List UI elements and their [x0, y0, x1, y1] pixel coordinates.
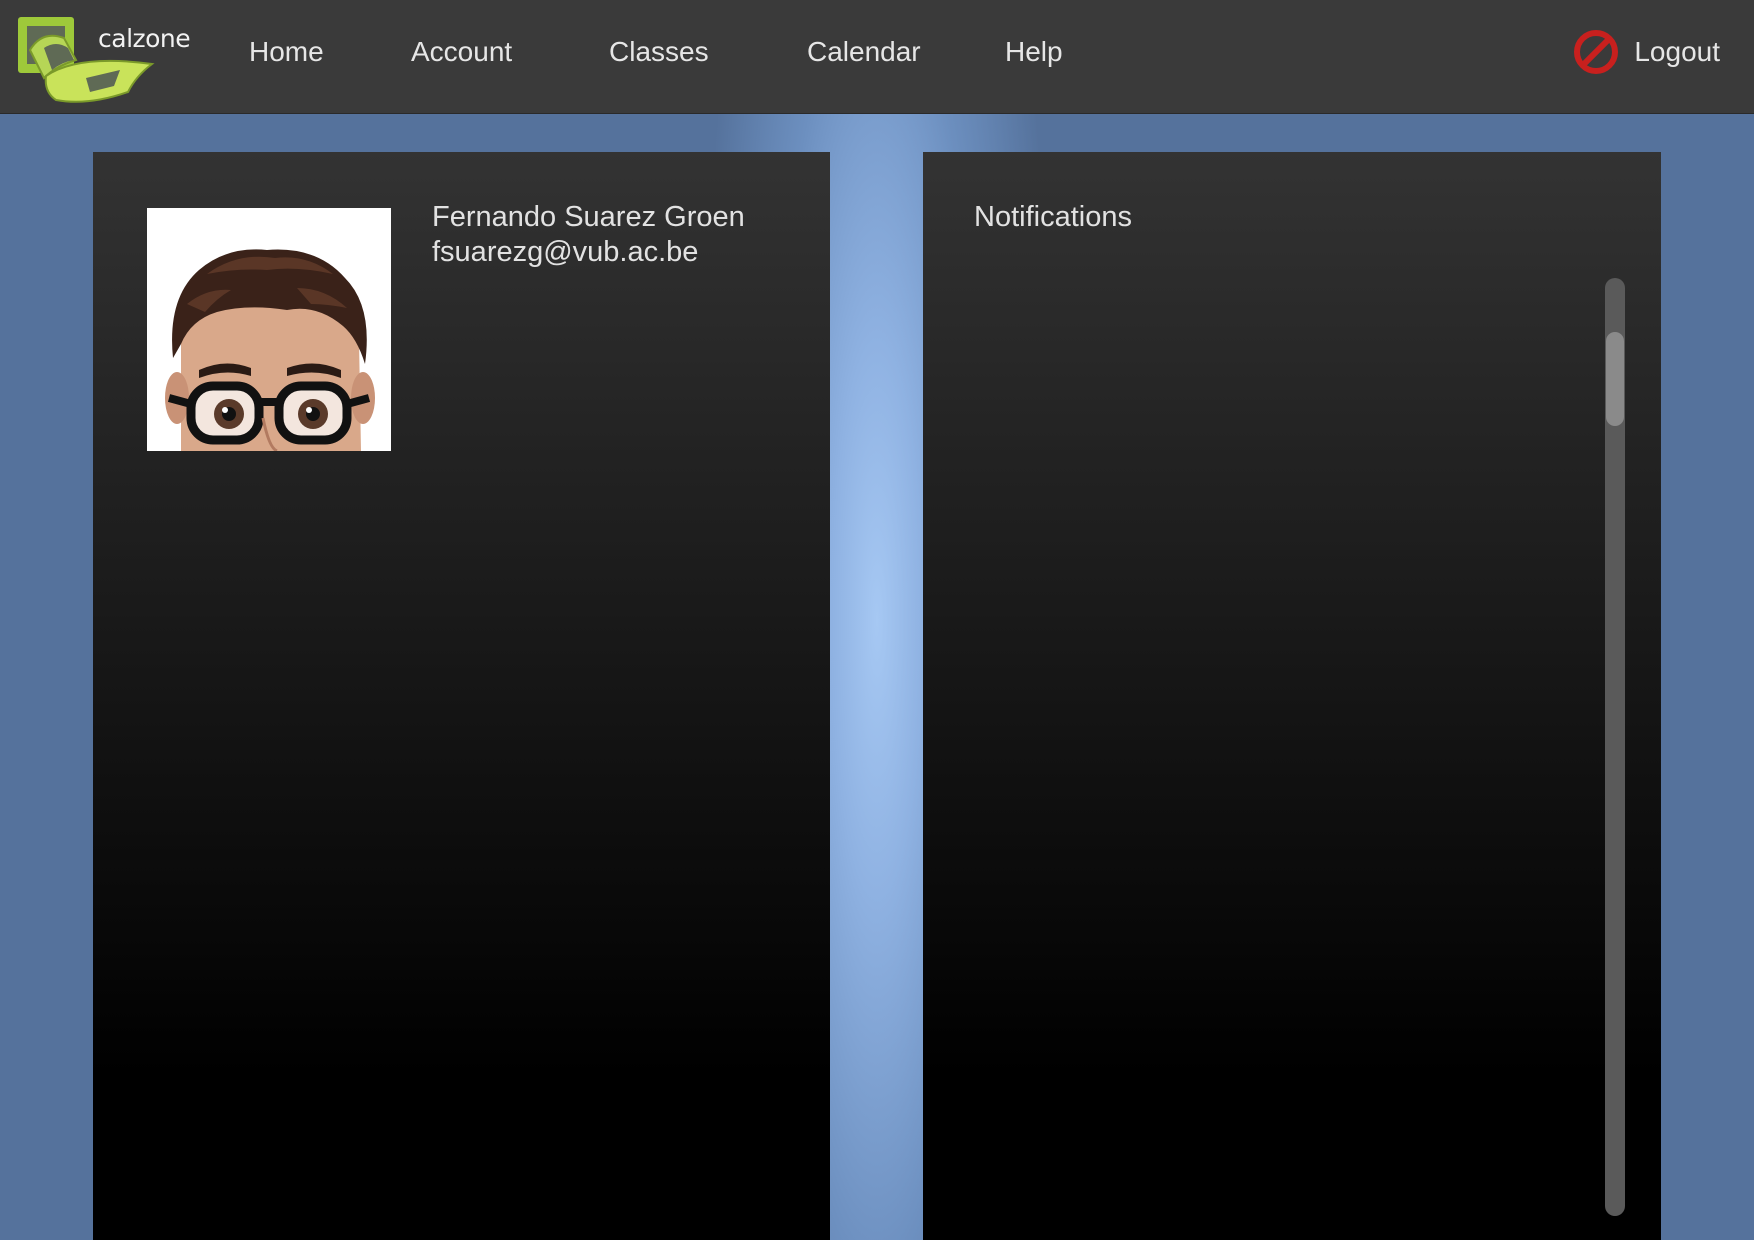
notifications-title: Notifications: [974, 201, 1132, 233]
top-navigation-bar: calzone Home Account Classes Calendar He…: [0, 0, 1754, 114]
no-entry-icon: [1574, 30, 1619, 74]
logout-label: Logout: [1634, 36, 1720, 67]
nav-calendar[interactable]: Calendar: [807, 36, 921, 68]
notifications-scrollbar[interactable]: [1605, 278, 1625, 1216]
nav-account[interactable]: Account: [411, 36, 512, 68]
calzone-logo[interactable]: calzone: [16, 14, 196, 104]
nav-home[interactable]: Home: [249, 36, 324, 68]
notifications-panel: Notifications: [923, 152, 1661, 1240]
profile-name: Fernando Suarez Groen: [432, 201, 745, 233]
notifications-scrollbar-thumb[interactable]: [1606, 332, 1624, 426]
nav-classes[interactable]: Classes: [609, 36, 709, 68]
profile-email: fsuarezg@vub.ac.be: [432, 236, 699, 268]
profile-panel: Fernando Suarez Groen fsuarezg@vub.ac.be: [93, 152, 830, 1240]
logo-text: calzone: [98, 24, 191, 53]
nav-help[interactable]: Help: [1005, 36, 1063, 68]
avatar-illustration: [147, 208, 391, 451]
logout-button[interactable]: Logout: [1572, 28, 1720, 76]
profile-avatar: [147, 208, 391, 451]
